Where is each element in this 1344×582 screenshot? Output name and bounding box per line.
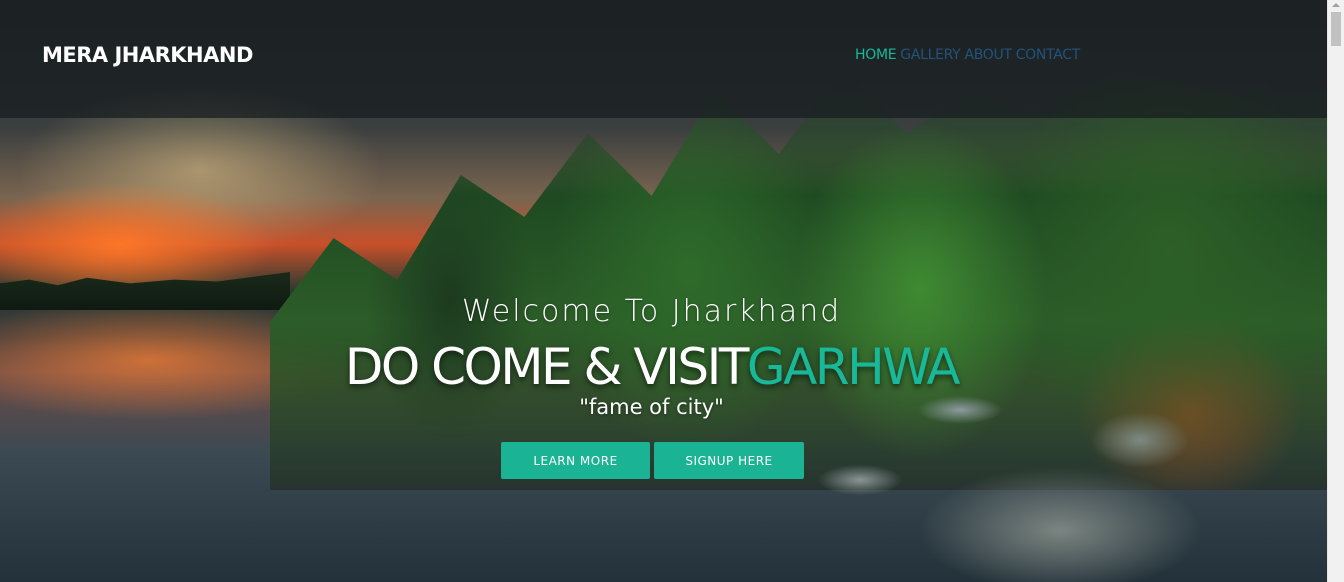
signup-button[interactable]: SIGNUP HERE — [654, 442, 804, 479]
hero-content: Welcome To Jharkhand DO COME & VISITGARH… — [0, 0, 1303, 582]
welcome-heading: Welcome To Jharkhand — [461, 294, 842, 329]
scroll-up-arrow-icon[interactable] — [1332, 3, 1340, 7]
headline-accent: GARHWA — [746, 338, 961, 396]
headline-main: DO COME & VISIT — [344, 338, 750, 396]
vertical-scrollbar[interactable] — [1327, 0, 1344, 582]
learn-more-button[interactable]: LEARN MORE — [501, 442, 650, 479]
scrollbar-thumb[interactable] — [1331, 12, 1341, 46]
headline: DO COME & VISITGARHWA — [0, 338, 1303, 396]
tagline: "fame of city" — [579, 395, 724, 419]
